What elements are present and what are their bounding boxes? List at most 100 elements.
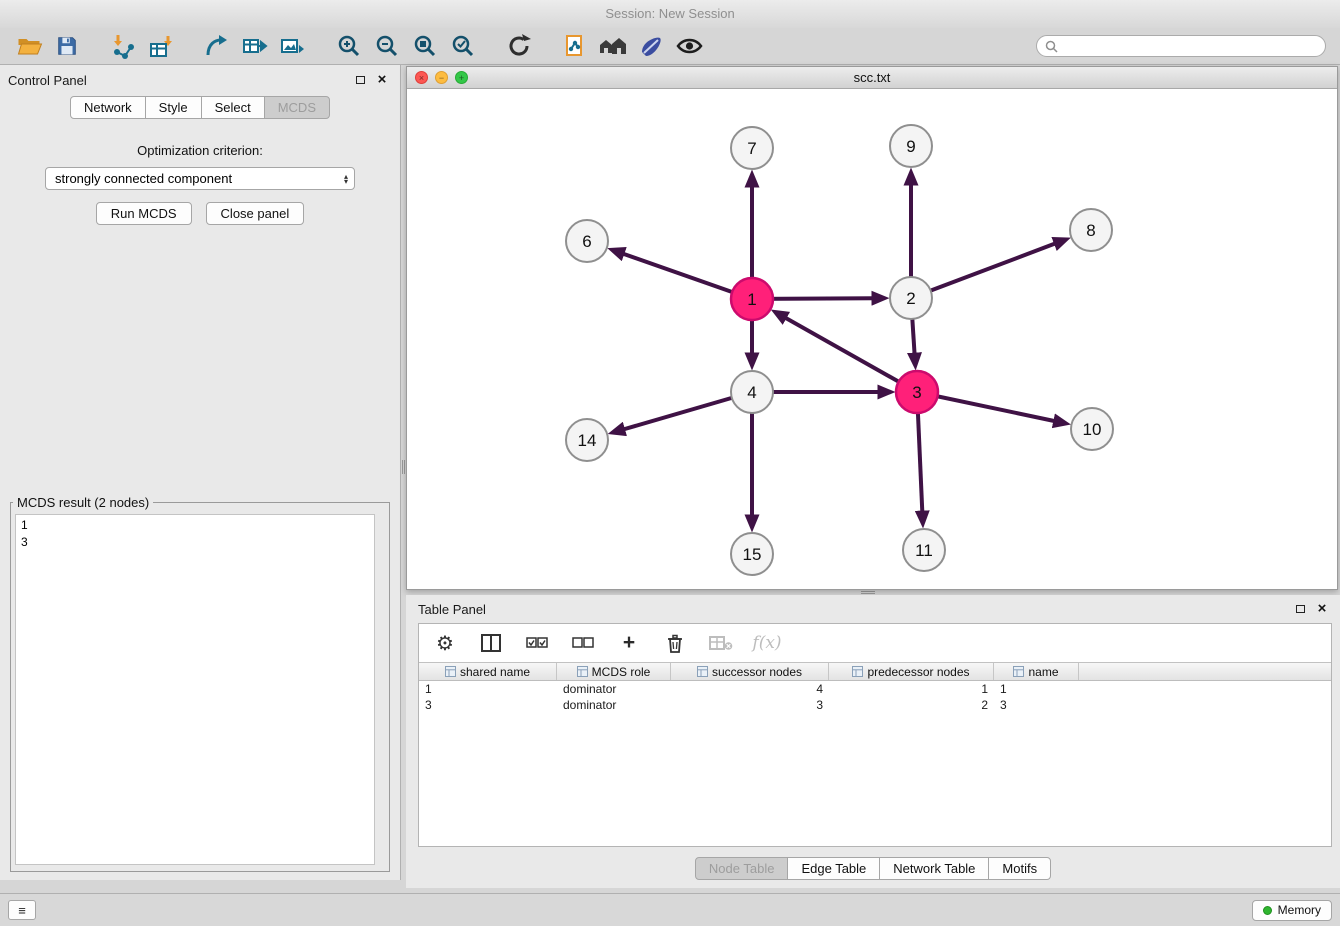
zoom-out-icon[interactable] [371,31,403,61]
select-all-checked-icon[interactable] [525,631,549,655]
control-panel-title: Control Panel [8,73,87,88]
table-cell[interactable]: 1 [419,681,557,697]
import-network-icon[interactable] [107,31,139,61]
minimize-window-icon[interactable]: − [435,71,448,84]
tab-style[interactable]: Style [145,96,202,119]
zoom-selected-icon[interactable] [447,31,479,61]
table-row[interactable]: 3dominator323 [419,697,1331,713]
memory-button-label: Memory [1278,903,1321,917]
table-header-row: shared nameMCDS rolesuccessor nodesprede… [419,662,1331,681]
show-hide-icon[interactable] [673,31,705,61]
show-panels-button[interactable]: ≡ [8,900,36,920]
close-window-icon[interactable]: × [415,71,428,84]
table-row[interactable]: 1dominator411 [419,681,1331,697]
column-sort-icon [697,666,708,677]
main-toolbar [0,28,1340,65]
table-tabs: Node TableEdge TableNetwork TableMotifs [406,857,1340,880]
mcds-result-title: MCDS result (2 nodes) [13,495,153,510]
table-cell[interactable]: dominator [557,681,671,697]
criterion-dropdown-value: strongly connected component [55,171,344,186]
node-label-2: 2 [906,289,915,308]
refresh-layout-icon[interactable] [503,31,535,61]
network-view-window: × − + scc.txt 7968124314101511 [406,66,1338,590]
network-canvas[interactable]: 7968124314101511 [407,89,1337,589]
import-table-icon[interactable] [145,31,177,61]
node-label-14: 14 [578,431,597,450]
control-panel-tabs: NetworkStyleSelectMCDS [0,96,400,119]
close-table-panel-icon[interactable]: × [1314,601,1330,617]
node-label-10: 10 [1083,420,1102,439]
memory-button[interactable]: Memory [1252,900,1332,921]
network-graph: 7968124314101511 [407,89,1337,589]
search-input[interactable] [1063,39,1317,53]
column-sort-icon [852,666,863,677]
deselect-all-icon[interactable] [571,631,595,655]
criterion-dropdown[interactable]: strongly connected component ▴▾ [45,167,355,190]
network-window-title: scc.txt [854,70,891,85]
node-label-7: 7 [747,139,756,158]
column-header-shared-name[interactable]: shared name [419,663,557,680]
column-header-predecessor-nodes[interactable]: predecessor nodes [829,663,994,680]
float-table-panel-icon[interactable] [1292,601,1308,617]
table-tab-edge-table[interactable]: Edge Table [787,857,880,880]
mcds-result-group: MCDS result (2 nodes) 1 3 [10,495,390,872]
table-body: 1dominator4113dominator323 [419,681,1331,713]
node-label-6: 6 [582,232,591,251]
node-label-9: 9 [906,137,915,156]
zoom-fit-icon[interactable] [409,31,441,61]
edge-2-8[interactable] [911,243,1055,298]
add-column-icon[interactable]: + [617,631,641,655]
close-panel-button[interactable]: Close panel [206,202,305,225]
column-sort-icon [1013,666,1024,677]
edge-3-1[interactable] [785,318,917,392]
column-header-name[interactable]: name [994,663,1079,680]
float-panel-icon[interactable] [352,72,368,88]
window-titlebar: Session: New Session [0,0,1340,28]
delete-table-icon [709,631,733,655]
node-label-3: 3 [912,383,921,402]
node-label-15: 15 [743,545,762,564]
table-tab-motifs[interactable]: Motifs [988,857,1051,880]
table-cell[interactable]: 1 [994,681,1079,697]
table-cell[interactable]: 4 [671,681,829,697]
close-panel-icon[interactable]: × [374,72,390,88]
clone-network-icon[interactable] [559,31,591,61]
tab-mcds[interactable]: MCDS [264,96,330,119]
column-header-successor-nodes[interactable]: successor nodes [671,663,829,680]
export-network-icon[interactable] [201,31,233,61]
node-label-11: 11 [915,541,933,560]
column-sort-icon [445,666,456,677]
table-panel: Table Panel × ⚙ [406,595,1340,888]
save-session-icon[interactable] [51,31,83,61]
table-cell[interactable]: 3 [994,697,1079,713]
table-cell[interactable]: dominator [557,697,671,713]
gear-icon[interactable]: ⚙ [433,631,457,655]
split-column-icon[interactable] [479,631,503,655]
search-icon [1045,40,1058,53]
search-field[interactable] [1036,35,1326,57]
maximize-window-icon[interactable]: + [455,71,468,84]
table-tab-node-table[interactable]: Node Table [695,857,789,880]
table-tab-network-table[interactable]: Network Table [879,857,989,880]
export-table-icon[interactable] [239,31,271,61]
tab-network[interactable]: Network [70,96,146,119]
function-builder-icon: f(x) [755,631,779,655]
tab-select[interactable]: Select [201,96,265,119]
control-panel: Control Panel × NetworkStyleSelectMCDS O… [0,65,401,880]
open-file-icon[interactable] [13,31,45,61]
node-label-1: 1 [747,290,756,309]
first-neighbors-icon[interactable] [597,31,629,61]
export-image-icon[interactable] [277,31,309,61]
table-cell[interactable]: 2 [829,697,994,713]
delete-column-icon[interactable] [663,631,687,655]
table-cell[interactable]: 3 [419,697,557,713]
memory-status-icon [1263,906,1272,915]
column-header-MCDS-role[interactable]: MCDS role [557,663,671,680]
apply-style-icon[interactable] [635,31,667,61]
network-window-titlebar: × − + scc.txt [407,67,1337,89]
run-mcds-button[interactable]: Run MCDS [96,202,192,225]
table-cell[interactable]: 1 [829,681,994,697]
zoom-in-icon[interactable] [333,31,365,61]
table-cell[interactable]: 3 [671,697,829,713]
mcds-result-text[interactable]: 1 3 [15,514,375,865]
